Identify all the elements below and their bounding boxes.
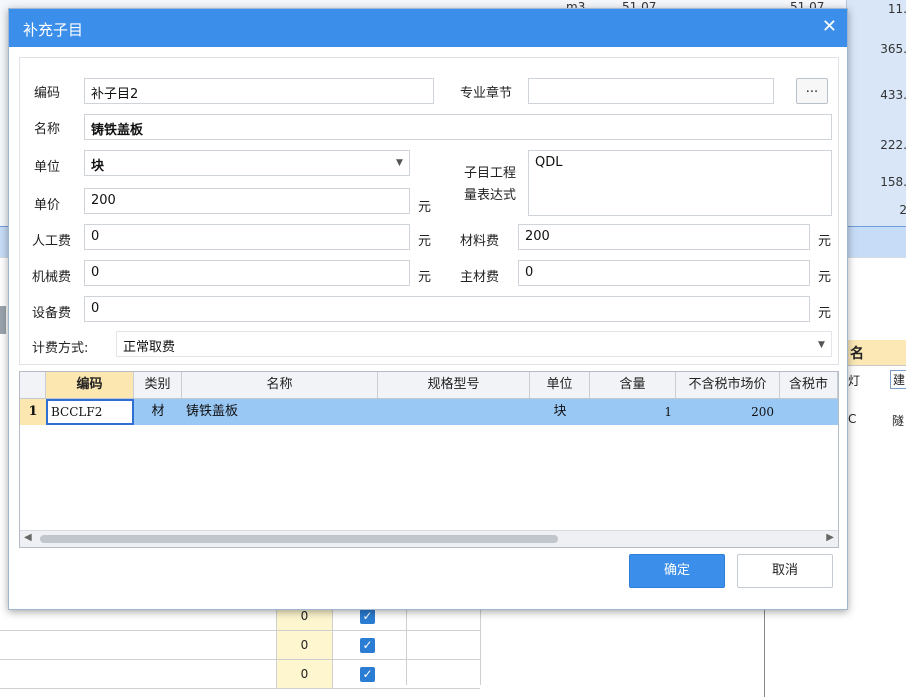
dialog-title: 补充子目 xyxy=(23,21,84,39)
unit-label: 单位 xyxy=(34,160,61,175)
ok-button[interactable]: 确定 xyxy=(629,554,725,588)
grid-header-rownum xyxy=(20,372,46,398)
bg-panel-cell: C xyxy=(848,412,857,426)
bg-zero-cell: 0 xyxy=(276,631,333,659)
row-category[interactable]: 材 xyxy=(134,399,182,425)
grid-header-name[interactable]: 名称 xyxy=(182,372,378,398)
row-price-ex-tax[interactable]: 200 xyxy=(676,399,774,425)
background-left-marker xyxy=(0,306,6,334)
unit-select-value: 块 xyxy=(91,159,105,174)
name-label: 名称 xyxy=(34,122,61,137)
row-amount[interactable]: 1 xyxy=(590,399,672,425)
chevron-down-icon[interactable]: ▼ xyxy=(818,340,825,350)
bg-checkbox[interactable]: ✓ xyxy=(360,638,375,653)
labor-field[interactable]: 0 xyxy=(84,224,410,250)
bg-amount: 222. xyxy=(880,138,906,152)
bg-amount: 158. xyxy=(880,175,906,189)
supplement-item-dialog: 补充子目 ✕ 编码 补子目2 专业章节 ... 名称 铸铁盖板 单位 块 ▼ 子… xyxy=(8,8,848,610)
fee-method-label: 计费方式: xyxy=(32,341,89,356)
grid-header-unit[interactable]: 单位 xyxy=(530,372,590,398)
grid-header-amount[interactable]: 含量 xyxy=(590,372,676,398)
chapter-browse-button[interactable]: ... xyxy=(796,78,828,104)
table-row[interactable]: 1 BCCLF2 材 铸铁盖板 块 1 200 xyxy=(20,399,838,425)
row-name[interactable]: 铸铁盖板 xyxy=(186,399,376,425)
price-unit: 元 xyxy=(418,200,432,215)
bg-amount: 433. xyxy=(880,88,906,102)
bg-table-row xyxy=(0,660,480,689)
expr-label-line1: 子目工程 xyxy=(464,166,517,181)
scroll-left-icon[interactable]: ◀ xyxy=(24,532,32,543)
price-field[interactable]: 200 xyxy=(84,188,410,214)
row-number: 1 xyxy=(20,399,46,425)
equipment-unit: 元 xyxy=(818,306,832,321)
bg-amount: 2 xyxy=(899,203,906,217)
bg-amount: 365. xyxy=(880,42,906,56)
grid-header-spec[interactable]: 规格型号 xyxy=(378,372,530,398)
bg-panel-cell: 建 xyxy=(890,370,906,389)
cancel-button[interactable]: 取消 xyxy=(737,554,833,588)
row-price-in-tax[interactable] xyxy=(780,399,838,425)
dialog-titlebar: 补充子目 ✕ xyxy=(9,9,847,47)
equipment-field[interactable]: 0 xyxy=(84,296,810,322)
bg-zero-cell: 0 xyxy=(276,660,333,688)
grid-header: 编码 类别 名称 规格型号 单位 含量 不含税市场价 含税市 xyxy=(20,372,838,399)
expr-label-line2: 量表达式 xyxy=(464,188,517,203)
fee-method-value: 正常取费 xyxy=(123,340,176,355)
row-code-editor[interactable]: BCCLF2 xyxy=(46,399,134,425)
quantity-expression-field[interactable]: QDL xyxy=(528,150,832,216)
equipment-label: 设备费 xyxy=(32,306,72,321)
bg-divider xyxy=(480,600,481,685)
material-unit: 元 xyxy=(818,234,832,249)
labor-label: 人工费 xyxy=(32,234,72,249)
bg-amount: 11. xyxy=(887,2,906,16)
scrollbar-thumb[interactable] xyxy=(40,535,558,543)
background-right-column: 11. 365. 433. 222. 158. 2 2 xyxy=(846,0,906,258)
name-field[interactable]: 铸铁盖板 xyxy=(84,114,832,140)
row-spec[interactable] xyxy=(378,399,530,425)
horizontal-scrollbar[interactable]: ◀ ▶ xyxy=(20,530,838,547)
chapter-field[interactable] xyxy=(528,78,774,104)
close-icon[interactable]: ✕ xyxy=(822,16,837,37)
bg-table-row xyxy=(0,631,480,660)
code-label: 编码 xyxy=(34,86,61,101)
labor-unit: 元 xyxy=(418,234,432,249)
machine-label: 机械费 xyxy=(32,270,72,285)
unit-select[interactable]: 块 xyxy=(84,150,410,176)
item-form: 编码 补子目2 专业章节 ... 名称 铸铁盖板 单位 块 ▼ 子目工程 量表达… xyxy=(19,57,839,365)
price-label: 单价 xyxy=(34,198,61,213)
main-material-label: 主材费 xyxy=(460,270,500,285)
main-material-unit: 元 xyxy=(818,270,832,285)
main-material-field[interactable]: 0 xyxy=(518,260,810,286)
bg-panel-cell: 隧 xyxy=(892,414,905,428)
bg-checkbox[interactable]: ✓ xyxy=(360,667,375,682)
scroll-right-icon[interactable]: ▶ xyxy=(826,532,834,543)
chevron-down-icon[interactable]: ▼ xyxy=(396,158,403,168)
fee-method-select[interactable]: 正常取费 xyxy=(116,331,832,357)
material-label: 材料费 xyxy=(460,234,500,249)
bg-panel-cell: 灯 xyxy=(848,374,861,388)
machine-unit: 元 xyxy=(418,270,432,285)
material-grid: 编码 类别 名称 规格型号 单位 含量 不含税市场价 含税市 1 BCCLF2 … xyxy=(19,371,839,548)
row-unit[interactable]: 块 xyxy=(530,399,590,425)
code-field[interactable]: 补子目2 xyxy=(84,78,434,104)
bg-panel-header-text: 名 xyxy=(850,346,864,362)
bg-checkbox[interactable]: ✓ xyxy=(360,609,375,624)
grid-header-price-in-tax[interactable]: 含税市 xyxy=(780,372,838,398)
grid-header-price-ex-tax[interactable]: 不含税市场价 xyxy=(676,372,780,398)
material-field[interactable]: 200 xyxy=(518,224,810,250)
background-panel-header: 名 xyxy=(846,340,906,366)
machine-field[interactable]: 0 xyxy=(84,260,410,286)
chapter-label: 专业章节 xyxy=(460,86,513,101)
grid-header-category[interactable]: 类别 xyxy=(134,372,182,398)
grid-header-code[interactable]: 编码 xyxy=(46,372,134,398)
